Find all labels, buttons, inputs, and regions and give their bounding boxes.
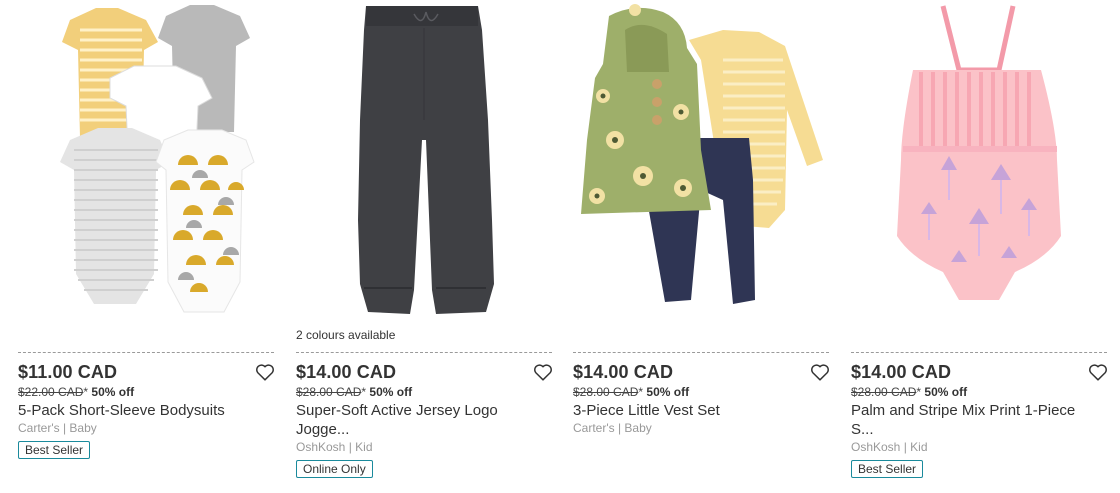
product-card[interactable]: 2 colours available $14.00 CAD $28.00 CA… (296, 0, 556, 493)
product-image[interactable] (18, 0, 274, 320)
sale-price: $14.00 CAD (296, 362, 397, 382)
discount-label: 50% off (91, 385, 135, 399)
product-title-line2[interactable]: Jogge... (296, 421, 349, 438)
card-divider (296, 352, 552, 353)
heart-outline-icon[interactable] (1087, 361, 1109, 383)
price-separator: * (638, 385, 644, 399)
bodysuits-illustration (60, 5, 255, 313)
heart-outline-icon[interactable] (254, 361, 276, 383)
jogger-illustration (358, 6, 494, 314)
heart-outline-icon[interactable] (809, 361, 831, 383)
original-price: $22.00 CAD (18, 385, 84, 399)
best-seller-badge: Best Seller (851, 460, 924, 478)
card-divider (851, 352, 1107, 353)
price-separator: * (916, 385, 922, 399)
brand-category: Carter's | Baby (18, 421, 97, 435)
brand-category: Carter's | Baby (573, 421, 652, 435)
discount-label: 50% off (369, 385, 413, 399)
product-title-line1[interactable]: Super-Soft Active Jersey Logo (296, 402, 498, 419)
product-card[interactable]: $14.00 CAD $28.00 CAD* 50% off Palm and … (851, 0, 1111, 493)
discount-label: 50% off (924, 385, 968, 399)
online-only-badge: Online Only (296, 460, 373, 478)
brand-category: OshKosh | Kid (851, 440, 928, 454)
product-title-line1[interactable]: 3-Piece Little Vest Set (573, 402, 720, 419)
original-price-row: $28.00 CAD* 50% off (851, 385, 967, 399)
sale-price: $14.00 CAD (573, 362, 674, 382)
heart-outline-icon[interactable] (532, 361, 554, 383)
original-price: $28.00 CAD (573, 385, 639, 399)
vest-set-illustration (581, 4, 823, 304)
product-title[interactable]: Super-Soft Active Jersey Logo Jogge... (296, 401, 546, 439)
original-price-row: $28.00 CAD* 50% off (573, 385, 689, 399)
discount-label: 50% off (646, 385, 690, 399)
original-price-row: $28.00 CAD* 50% off (296, 385, 412, 399)
colours-available: 2 colours available (296, 328, 396, 342)
price-separator: * (361, 385, 367, 399)
original-price-row: $22.00 CAD* 50% off (18, 385, 134, 399)
brand-category: OshKosh | Kid (296, 440, 373, 454)
product-title-line1[interactable]: Palm and Stripe Mix Print 1-Piece (851, 402, 1075, 419)
product-image[interactable] (851, 0, 1107, 320)
sale-price: $11.00 CAD (18, 362, 118, 382)
product-card[interactable]: $11.00 CAD $22.00 CAD* 50% off 5-Pack Sh… (18, 0, 278, 493)
original-price: $28.00 CAD (851, 385, 917, 399)
product-card[interactable]: $14.00 CAD $28.00 CAD* 50% off 3-Piece L… (573, 0, 833, 493)
best-seller-badge: Best Seller (18, 441, 91, 459)
product-image[interactable] (296, 0, 552, 320)
sale-price: $14.00 CAD (851, 362, 952, 382)
price-separator: * (83, 385, 89, 399)
product-title-line2[interactable]: S... (851, 421, 874, 438)
product-grid: $11.00 CAD $22.00 CAD* 50% off 5-Pack Sh… (0, 0, 1120, 493)
product-title-line1[interactable]: 5-Pack Short-Sleeve Bodysuits (18, 402, 225, 419)
product-title[interactable]: 3-Piece Little Vest Set (573, 401, 823, 420)
swimsuit-illustration (897, 5, 1061, 300)
product-title[interactable]: 5-Pack Short-Sleeve Bodysuits (18, 401, 268, 420)
card-divider (573, 352, 829, 353)
original-price: $28.00 CAD (296, 385, 362, 399)
product-title[interactable]: Palm and Stripe Mix Print 1-Piece S... (851, 401, 1101, 439)
product-image[interactable] (573, 0, 829, 320)
card-divider (18, 352, 274, 353)
